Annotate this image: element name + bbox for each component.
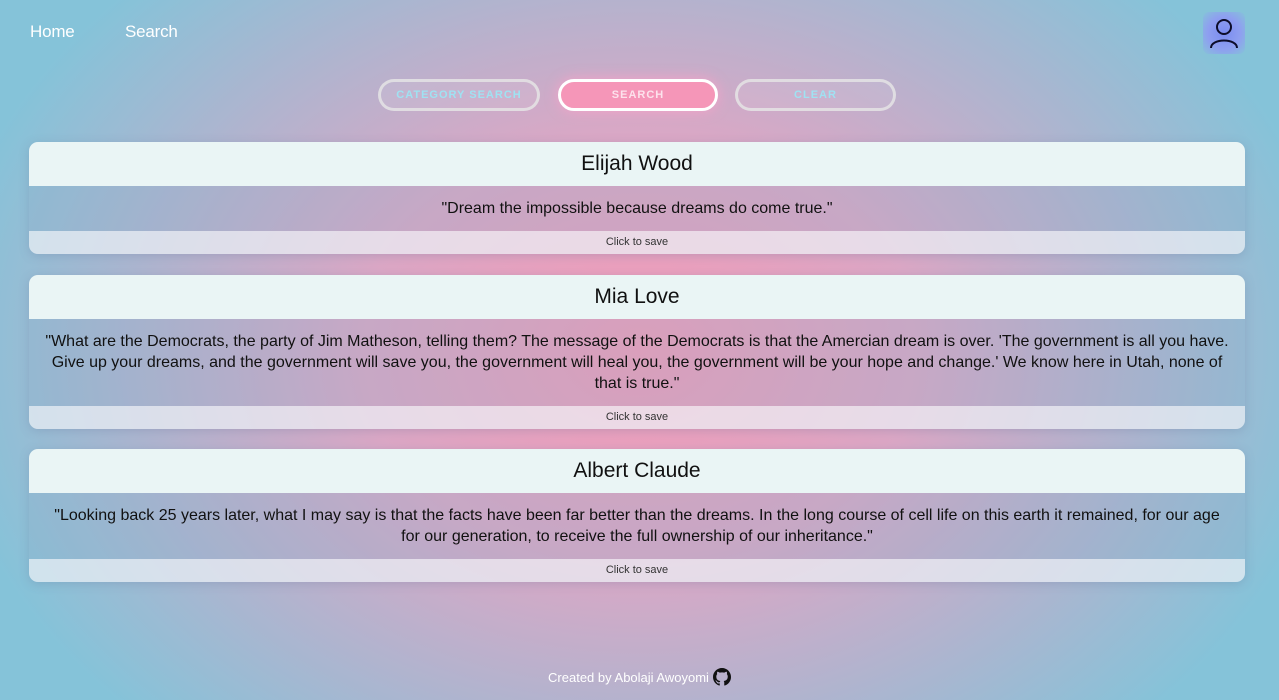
category-search-button[interactable]: CATEGORY SEARCH [378,79,540,111]
save-quote-button[interactable]: Click to save [29,559,1245,582]
search-button[interactable]: SEARCH [558,79,718,111]
github-icon[interactable] [712,668,731,686]
quote-text: "Dream the impossible because dreams do … [29,186,1245,231]
quote-card: Mia Love "What are the Democrats, the pa… [29,275,1245,429]
clear-button[interactable]: CLEAR [735,79,896,111]
footer-credit: Created by Abolaji Awoyomi [548,669,709,685]
quote-author: Albert Claude [29,449,1245,493]
search-controls: CATEGORY SEARCH SEARCH CLEAR [0,79,1279,117]
quote-author: Mia Love [29,275,1245,319]
save-quote-button[interactable]: Click to save [29,406,1245,429]
user-avatar-button[interactable] [1203,12,1245,54]
quote-text: "What are the Democrats, the party of Ji… [29,319,1245,406]
user-icon [1210,19,1238,49]
quote-card: Elijah Wood "Dream the impossible becaus… [29,142,1245,254]
nav-home-link[interactable]: Home [30,22,75,42]
navbar: Home Search [0,0,1279,64]
save-quote-button[interactable]: Click to save [29,231,1245,254]
quote-card: Albert Claude "Looking back 25 years lat… [29,449,1245,582]
quote-text: "Looking back 25 years later, what I may… [29,493,1245,559]
quote-author: Elijah Wood [29,142,1245,186]
footer: Created by Abolaji Awoyomi [0,668,1279,686]
nav-search-link[interactable]: Search [125,22,178,42]
